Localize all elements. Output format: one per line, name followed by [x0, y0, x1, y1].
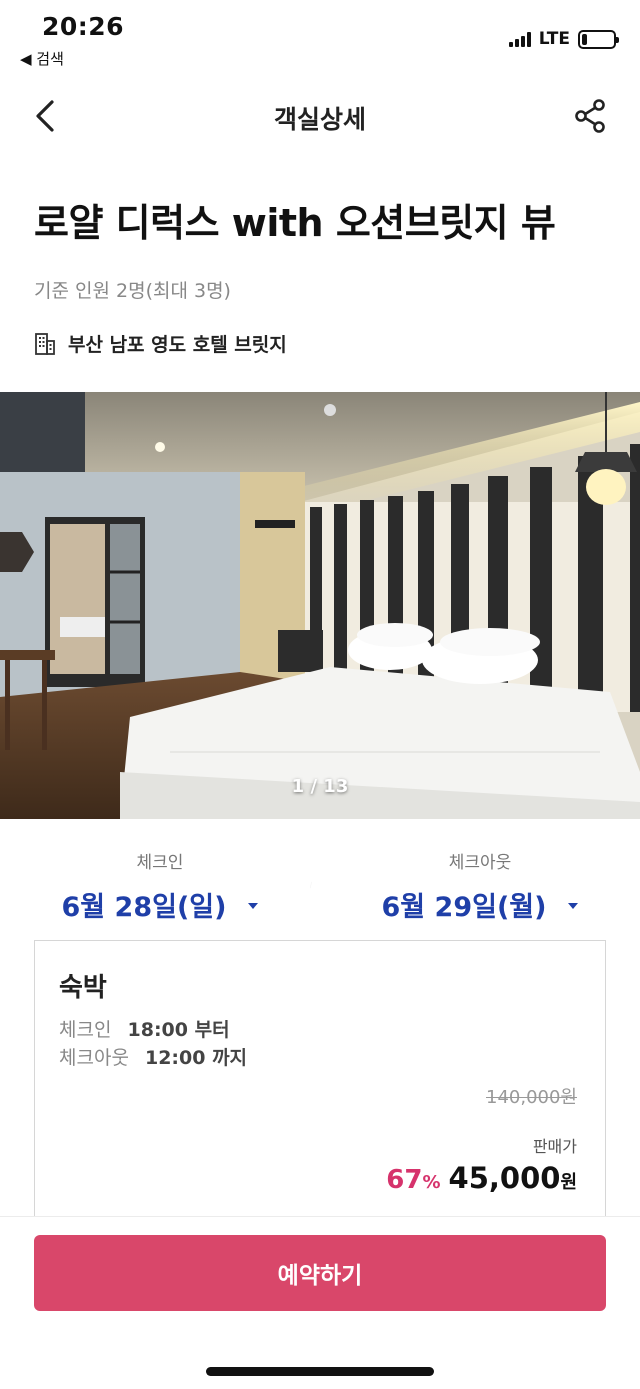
sale-price-value: 45,000	[448, 1161, 561, 1195]
date-divider	[310, 881, 312, 889]
signal-icon	[508, 31, 531, 47]
sale-price-label: 판매가	[532, 1137, 577, 1156]
building-icon	[35, 332, 55, 355]
page-title: 객실상세	[273, 105, 366, 134]
status-indicators: LTE	[508, 28, 619, 50]
discount-value: 67	[386, 1165, 423, 1195]
page-header: 객실상세	[0, 86, 640, 148]
checkin-time: 18:00 부터	[127, 1019, 230, 1041]
room-photo-carousel[interactable]: 1 / 13	[0, 392, 640, 819]
sale-price: 45,000원	[449, 1161, 577, 1195]
status-bar: 20:26 ◀ 검색 LTE	[0, 0, 640, 72]
checkout-time-row: 체크아웃 12:00 까지	[59, 1043, 247, 1070]
checkout-label: 체크아웃	[448, 853, 512, 873]
discount-rate: 67%	[386, 1165, 440, 1195]
price-row: 67% 45,000원	[386, 1161, 577, 1195]
checkout-time: 12:00 까지	[144, 1047, 248, 1069]
status-time: 20:26	[42, 12, 125, 41]
discount-unit: %	[422, 1172, 441, 1193]
checkin-label: 체크인	[136, 853, 184, 873]
caret-down-icon	[568, 902, 579, 909]
checkin-time-label: 체크인	[59, 1019, 112, 1041]
checkout-date: 6월 29일(월)	[381, 892, 547, 923]
reserve-button[interactable]: 예약하기	[34, 1235, 606, 1311]
network-label: LTE	[538, 29, 570, 49]
hotel-link[interactable]: 부산 남포 영도 호텔 브릿지	[34, 330, 287, 357]
room-photo	[0, 392, 640, 819]
home-indicator[interactable]	[206, 1367, 434, 1376]
hotel-name: 부산 남포 영도 호텔 브릿지	[68, 334, 287, 356]
caret-down-icon	[248, 902, 259, 909]
back-to-app-link[interactable]: ◀ 검색	[20, 48, 64, 69]
original-price: 140,000원	[486, 1087, 577, 1108]
checkout-time-label: 체크아웃	[59, 1047, 129, 1069]
share-icon	[575, 99, 605, 133]
battery-icon	[578, 29, 619, 49]
date-selector: 체크인 6월 28일(일) 체크아웃 6월 29일(월)	[0, 838, 640, 928]
checkout-date-picker[interactable]: 체크아웃 6월 29일(월)	[320, 838, 640, 924]
room-capacity: 기준 인원 2명(최대 3명)	[34, 280, 231, 302]
room-title: 로얄 디럭스 with 오션브릿지 뷰	[34, 201, 556, 245]
bottom-bar: 예약하기	[0, 1216, 640, 1389]
currency-unit: 원	[560, 1172, 577, 1193]
checkin-date: 6월 28일(일)	[61, 892, 227, 923]
checkin-time-row: 체크인 18:00 부터	[59, 1015, 230, 1042]
photo-counter: 1 / 13	[291, 776, 349, 797]
option-name: 숙박	[59, 973, 107, 1003]
checkin-date-picker[interactable]: 체크인 6월 28일(일)	[0, 838, 320, 924]
share-button[interactable]	[570, 96, 610, 136]
stay-option-card[interactable]: 숙박 체크인 18:00 부터 체크아웃 12:00 까지 140,000원 판…	[34, 940, 606, 1220]
